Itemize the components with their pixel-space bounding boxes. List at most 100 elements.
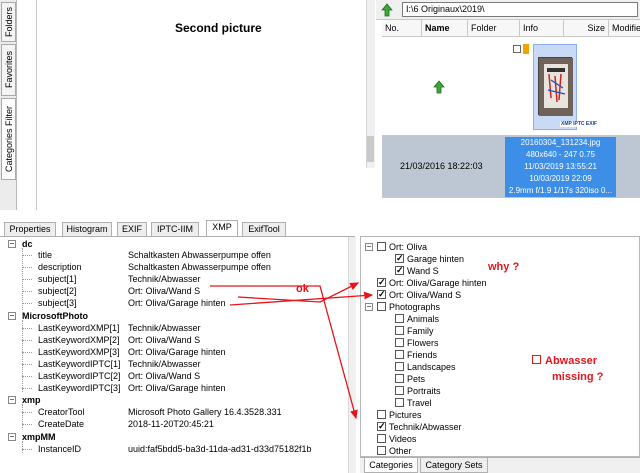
tab-categories-filter-label: Categories Filter — [3, 105, 14, 173]
tab-exiftool[interactable]: ExifTool — [242, 222, 286, 236]
tab-xmp[interactable]: XMP — [206, 220, 238, 236]
collapse-icon[interactable]: − — [8, 312, 16, 320]
category-checkbox[interactable] — [395, 386, 404, 395]
tree-group-dc[interactable]: − dc — [0, 239, 350, 250]
column-modified[interactable]: Modifie — [609, 20, 640, 37]
tab-exif[interactable]: EXIF — [117, 222, 147, 236]
path-input[interactable]: I:\6 Originaux\2019\ — [402, 2, 638, 17]
row-key: subject[2] — [38, 286, 77, 296]
tree-row[interactable]: LastKeywordIPTC[2] Ort: Oliva/Wand S — [0, 371, 350, 382]
row-key: description — [38, 262, 82, 272]
tree-row[interactable]: LastKeywordXMP[1] Technik/Abwasser — [0, 323, 350, 334]
row-value: Ort: Oliva/Wand S — [128, 286, 201, 296]
collapse-icon[interactable]: − — [365, 243, 373, 251]
category-label: Technik/Abwasser — [389, 422, 462, 432]
category-travel[interactable]: Travel — [395, 397, 432, 409]
tab-iptc-iim[interactable]: IPTC-IIM — [151, 222, 199, 236]
category-checkbox[interactable] — [395, 338, 404, 347]
category-animals[interactable]: Animals — [395, 313, 439, 325]
category-checkbox[interactable] — [377, 420, 386, 432]
collapse-icon[interactable]: − — [365, 303, 373, 311]
row-value: uuid:faf5bdd5-ba3d-11da-ad31-d33d75182f1… — [128, 444, 312, 454]
row-key: subject[3] — [38, 298, 77, 308]
category-pets[interactable]: Pets — [395, 373, 425, 385]
category-checkbox[interactable] — [377, 302, 386, 311]
collapse-icon[interactable]: − — [8, 433, 16, 441]
category-checkbox[interactable] — [395, 398, 404, 407]
go-up-icon[interactable] — [380, 3, 394, 17]
tab-folders[interactable]: Folders — [1, 2, 16, 42]
column-folder[interactable]: Folder — [468, 20, 520, 37]
category-portraits[interactable]: Portraits — [395, 385, 441, 397]
tree-group-microsoftphoto[interactable]: − MicrosoftPhoto — [0, 311, 350, 322]
category-ort-oliva-garage-hinten[interactable]: Ort: Oliva/Garage hinten — [377, 276, 487, 289]
category-photographs[interactable]: Photographs — [377, 301, 440, 313]
preview-scrollbar-thumb[interactable] — [367, 136, 374, 162]
tab-favorites-label: Favorites — [3, 51, 14, 89]
collapse-icon[interactable]: − — [8, 240, 16, 248]
category-family[interactable]: Family — [395, 325, 434, 337]
tree-row[interactable]: LastKeywordXMP[2] Ort: Oliva/Wand S — [0, 335, 350, 346]
category-checkbox[interactable] — [395, 264, 404, 276]
thumbnail-checkbox[interactable] — [513, 45, 521, 53]
tree-row[interactable]: InstanceID uuid:faf5bdd5-ba3d-11da-ad31-d… — [0, 444, 350, 455]
thumbnail-image[interactable] — [538, 57, 573, 116]
category-checkbox[interactable] — [377, 434, 386, 443]
side-tab-strip: Folders Favorites Categories Filter — [0, 0, 17, 210]
column-info[interactable]: Info — [520, 20, 564, 37]
category-checkbox[interactable] — [395, 362, 404, 371]
tree-row[interactable]: subject[3] Ort: Oliva/Garage hinten — [0, 298, 350, 309]
category-checkbox[interactable] — [377, 288, 386, 300]
parent-folder-icon[interactable] — [432, 80, 446, 94]
tree-row[interactable]: CreatorTool Microsoft Photo Gallery 16.4.… — [0, 407, 350, 418]
category-checkbox[interactable] — [377, 276, 386, 288]
column-name[interactable]: Name — [422, 20, 468, 37]
row-key: LastKeywordIPTC[1] — [38, 359, 121, 369]
metadata-scrollbar[interactable] — [348, 237, 356, 473]
tree-row[interactable]: LastKeywordIPTC[1] Technik/Abwasser — [0, 359, 350, 370]
tab-histogram[interactable]: Histogram — [62, 222, 112, 236]
collapse-icon[interactable]: − — [8, 396, 16, 404]
tab-favorites[interactable]: Favorites — [1, 44, 16, 96]
xmp-tree: − dc title Schaltkasten Abwasserpumpe off… — [0, 236, 355, 473]
tree-row[interactable]: title Schaltkasten Abwasserpumpe offen — [0, 250, 350, 261]
tab-category-sets[interactable]: Category Sets — [420, 458, 488, 473]
category-flowers[interactable]: Flowers — [395, 337, 439, 349]
category-landscapes[interactable]: Landscapes — [395, 361, 456, 373]
category-label: Family — [407, 326, 434, 336]
category-checkbox[interactable] — [395, 374, 404, 383]
category-checkbox[interactable] — [395, 252, 404, 264]
tree-row[interactable]: LastKeywordIPTC[3] Ort: Oliva/Garage hint… — [0, 383, 350, 394]
metadata-tabs: Properties Histogram EXIF IPTC-IIM XMP E… — [0, 220, 290, 236]
column-no[interactable]: No. — [382, 20, 422, 37]
tree-row[interactable]: LastKeywordXMP[3] Ort: Oliva/Garage hinte… — [0, 347, 350, 358]
category-checkbox[interactable] — [395, 350, 404, 359]
row-value: Ort: Oliva/Garage hinten — [128, 383, 226, 393]
row-value: Ort: Oliva/Wand S — [128, 371, 201, 381]
tab-properties[interactable]: Properties — [4, 222, 56, 236]
tree-group-xmp[interactable]: − xmp — [0, 395, 350, 406]
tree-group-xmpmm[interactable]: − xmpMM — [0, 432, 350, 443]
category-checkbox[interactable] — [377, 410, 386, 419]
category-label: Ort: Oliva/Garage hinten — [389, 278, 487, 288]
category-ort-oliva-wand-s[interactable]: Ort: Oliva/Wand S — [377, 288, 461, 301]
category-checkbox[interactable] — [395, 314, 404, 323]
category-technik-abwasser[interactable]: Technik/Abwasser — [377, 420, 462, 433]
category-checkbox[interactable] — [395, 326, 404, 335]
tab-categories-filter[interactable]: Categories Filter — [1, 98, 16, 180]
category-garage-hinten[interactable]: Garage hinten — [395, 252, 464, 265]
row-key: title — [38, 250, 53, 260]
row-key: LastKeywordXMP[3] — [38, 347, 120, 357]
category-wand-s[interactable]: Wand S — [395, 264, 439, 277]
category-friends[interactable]: Friends — [395, 349, 437, 361]
tree-row[interactable]: description Schaltkasten Abwasserpumpe of… — [0, 262, 350, 273]
category-other[interactable]: Other — [377, 445, 412, 457]
category-videos[interactable]: Videos — [377, 433, 416, 445]
tab-categories[interactable]: Categories — [364, 458, 418, 473]
column-size[interactable]: Size — [564, 20, 609, 37]
category-checkbox[interactable] — [377, 242, 386, 251]
tree-row[interactable]: CreateDate 2018-11-20T20:45:21 — [0, 419, 350, 430]
category-checkbox[interactable] — [377, 446, 386, 455]
category-label: Portraits — [407, 386, 441, 396]
electrical-cabinet-photo — [539, 58, 573, 116]
